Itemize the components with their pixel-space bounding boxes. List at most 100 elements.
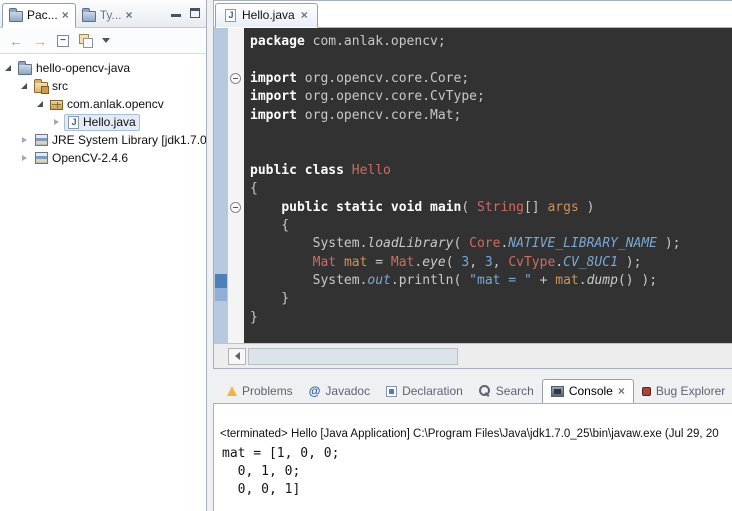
tree-item-label: Hello.java (83, 115, 136, 129)
code-line[interactable]: public class Hello (250, 162, 732, 180)
code-line[interactable]: public static void main( String[] args ) (250, 199, 732, 217)
code-line[interactable]: { (250, 180, 732, 198)
minimize-icon[interactable] (171, 8, 181, 17)
scroll-left-button[interactable] (228, 348, 246, 365)
view-window-buttons (171, 8, 200, 18)
tree-item-label: hello-opencv-java (36, 61, 130, 75)
view-tab-ty[interactable]: Ty... (76, 4, 139, 27)
tab-bug-explorer[interactable]: Bug Explorer (634, 380, 732, 403)
console-tabbar: ProblemsJavadoc Declaration Search Console B… (213, 377, 732, 404)
tree-item-selection: JRE System Library [jdk1.7.0 (32, 132, 206, 149)
tab-label: Bug Explorer (656, 384, 725, 398)
source-folder-icon (34, 82, 48, 93)
tree-item-label: JRE System Library [jdk1.7.0 (52, 133, 206, 147)
annotation-mark (215, 274, 227, 288)
editor-body: package com.anlak.opencv; import org.ope… (214, 28, 732, 343)
tree-item-selection: com.anlak.opencv (47, 96, 167, 113)
library-icon (35, 134, 48, 146)
annotation-ruler[interactable] (214, 28, 228, 343)
tab-label: Declaration (402, 384, 463, 398)
tree-item-selection: hello-opencv-java (15, 60, 133, 77)
code-line[interactable]: } (250, 309, 732, 327)
library-icon (35, 152, 48, 164)
editor-tab-hello-java[interactable]: Hello.java (215, 3, 318, 28)
tab-javadoc[interactable]: Javadoc (301, 380, 378, 403)
tree-item-opencv-2-4-6[interactable]: OpenCV-2.4.6 (0, 149, 206, 167)
view-menu-icon[interactable] (102, 38, 110, 43)
console-output-line: mat = [1, 0, 0; (222, 445, 732, 463)
view-tab-label: Pac... (27, 8, 58, 22)
tab-label: Console (569, 384, 613, 398)
close-icon[interactable] (301, 8, 308, 22)
code-line[interactable]: Mat mat = Mat.eye( 3, 3, CvType.CV_8UC1 … (250, 254, 732, 272)
type-hierarchy-icon (82, 11, 96, 22)
tab-console[interactable]: Console (542, 379, 634, 404)
code-line[interactable] (250, 125, 732, 143)
expand-arrow-icon[interactable] (54, 119, 59, 125)
code-line[interactable]: { (250, 217, 732, 235)
tree-item-hello-java[interactable]: Hello.java (0, 113, 206, 131)
code-line[interactable] (250, 143, 732, 161)
search-icon (479, 385, 491, 397)
code-area[interactable]: package com.anlak.opencv; import org.ope… (244, 28, 732, 343)
eclipse-window: Pac... Ty... hello-opencv-java src com.anla… (0, 0, 732, 511)
project-tree: hello-opencv-java src com.anlak.opencv Hell… (0, 54, 206, 167)
tab-label: Search (496, 384, 534, 398)
fold-collapse-icon[interactable] (230, 202, 241, 213)
tree-item-selection: Hello.java (64, 114, 140, 131)
scrollbar-thumb[interactable] (248, 348, 458, 365)
collapse-all-icon[interactable] (57, 35, 69, 47)
code-line[interactable] (250, 51, 732, 69)
code-line[interactable]: package com.anlak.opencv; (250, 33, 732, 51)
view-tab-pac[interactable]: Pac... (2, 3, 76, 28)
forward-icon[interactable] (33, 33, 47, 49)
editor-tabbar: Hello.java (214, 1, 732, 28)
view-tab-label: Ty... (100, 8, 122, 22)
close-icon[interactable] (618, 384, 625, 398)
annotation-mark (215, 288, 227, 301)
declaration-icon (386, 386, 397, 397)
console-output[interactable]: mat = [1, 0, 0; 0, 1, 0; 0, 0, 1] (222, 445, 732, 499)
code-line[interactable]: import org.opencv.core.Mat; (250, 107, 732, 125)
tree-item-selection: src (31, 78, 71, 95)
maximize-icon[interactable] (190, 8, 200, 18)
collapse-arrow-icon[interactable] (37, 101, 43, 107)
package-icon (50, 100, 63, 110)
horizontal-scrollbar[interactable] (214, 343, 732, 368)
java-file-icon (68, 116, 79, 129)
tree-item-com-anlak-opencv[interactable]: com.anlak.opencv (0, 95, 206, 113)
scroll-left-arrow-icon (235, 352, 240, 360)
tree-item-label: src (52, 79, 68, 93)
expand-arrow-icon[interactable] (22, 155, 27, 161)
tab-declaration[interactable]: Declaration (378, 380, 471, 403)
code-line[interactable]: System.loadLibrary( Core.NATIVE_LIBRARY_… (250, 235, 732, 253)
package-explorer-view: Pac... Ty... hello-opencv-java src com.anla… (0, 0, 207, 511)
code-line[interactable]: System.out.println( "mat = " + mat.dump(… (250, 272, 732, 290)
code-line[interactable]: import org.opencv.core.CvType; (250, 88, 732, 106)
tree-item-src[interactable]: src (0, 77, 206, 95)
console-body: <terminated> Hello [Java Application] C:… (213, 404, 732, 511)
tree-item-label: OpenCV-2.4.6 (52, 151, 128, 165)
tree-item-hello-opencv-java[interactable]: hello-opencv-java (0, 59, 206, 77)
console-output-line: 0, 0, 1] (222, 481, 732, 499)
problems-icon (227, 386, 237, 396)
java-project-icon (18, 64, 32, 75)
editor-tab-label: Hello.java (242, 8, 295, 22)
code-line[interactable]: import org.opencv.core.Core; (250, 70, 732, 88)
collapse-arrow-icon[interactable] (5, 65, 11, 71)
tab-search[interactable]: Search (471, 380, 542, 403)
tree-item-label: com.anlak.opencv (67, 97, 164, 111)
code-line[interactable]: } (250, 290, 732, 308)
tab-problems[interactable]: Problems (219, 380, 301, 403)
close-icon[interactable] (125, 8, 132, 22)
back-icon[interactable] (9, 33, 23, 49)
expand-arrow-icon[interactable] (22, 137, 27, 143)
console-terminated-label: <terminated> Hello [Java Application] C:… (220, 428, 732, 440)
link-with-editor-icon[interactable] (79, 34, 92, 47)
tree-item-jre-system-library-jdk1-7-0[interactable]: JRE System Library [jdk1.7.0 (0, 131, 206, 149)
fold-ruler[interactable] (228, 28, 244, 343)
collapse-arrow-icon[interactable] (21, 83, 27, 89)
fold-collapse-icon[interactable] (230, 73, 241, 84)
close-icon[interactable] (62, 8, 69, 22)
bug-explorer-icon (642, 387, 651, 396)
